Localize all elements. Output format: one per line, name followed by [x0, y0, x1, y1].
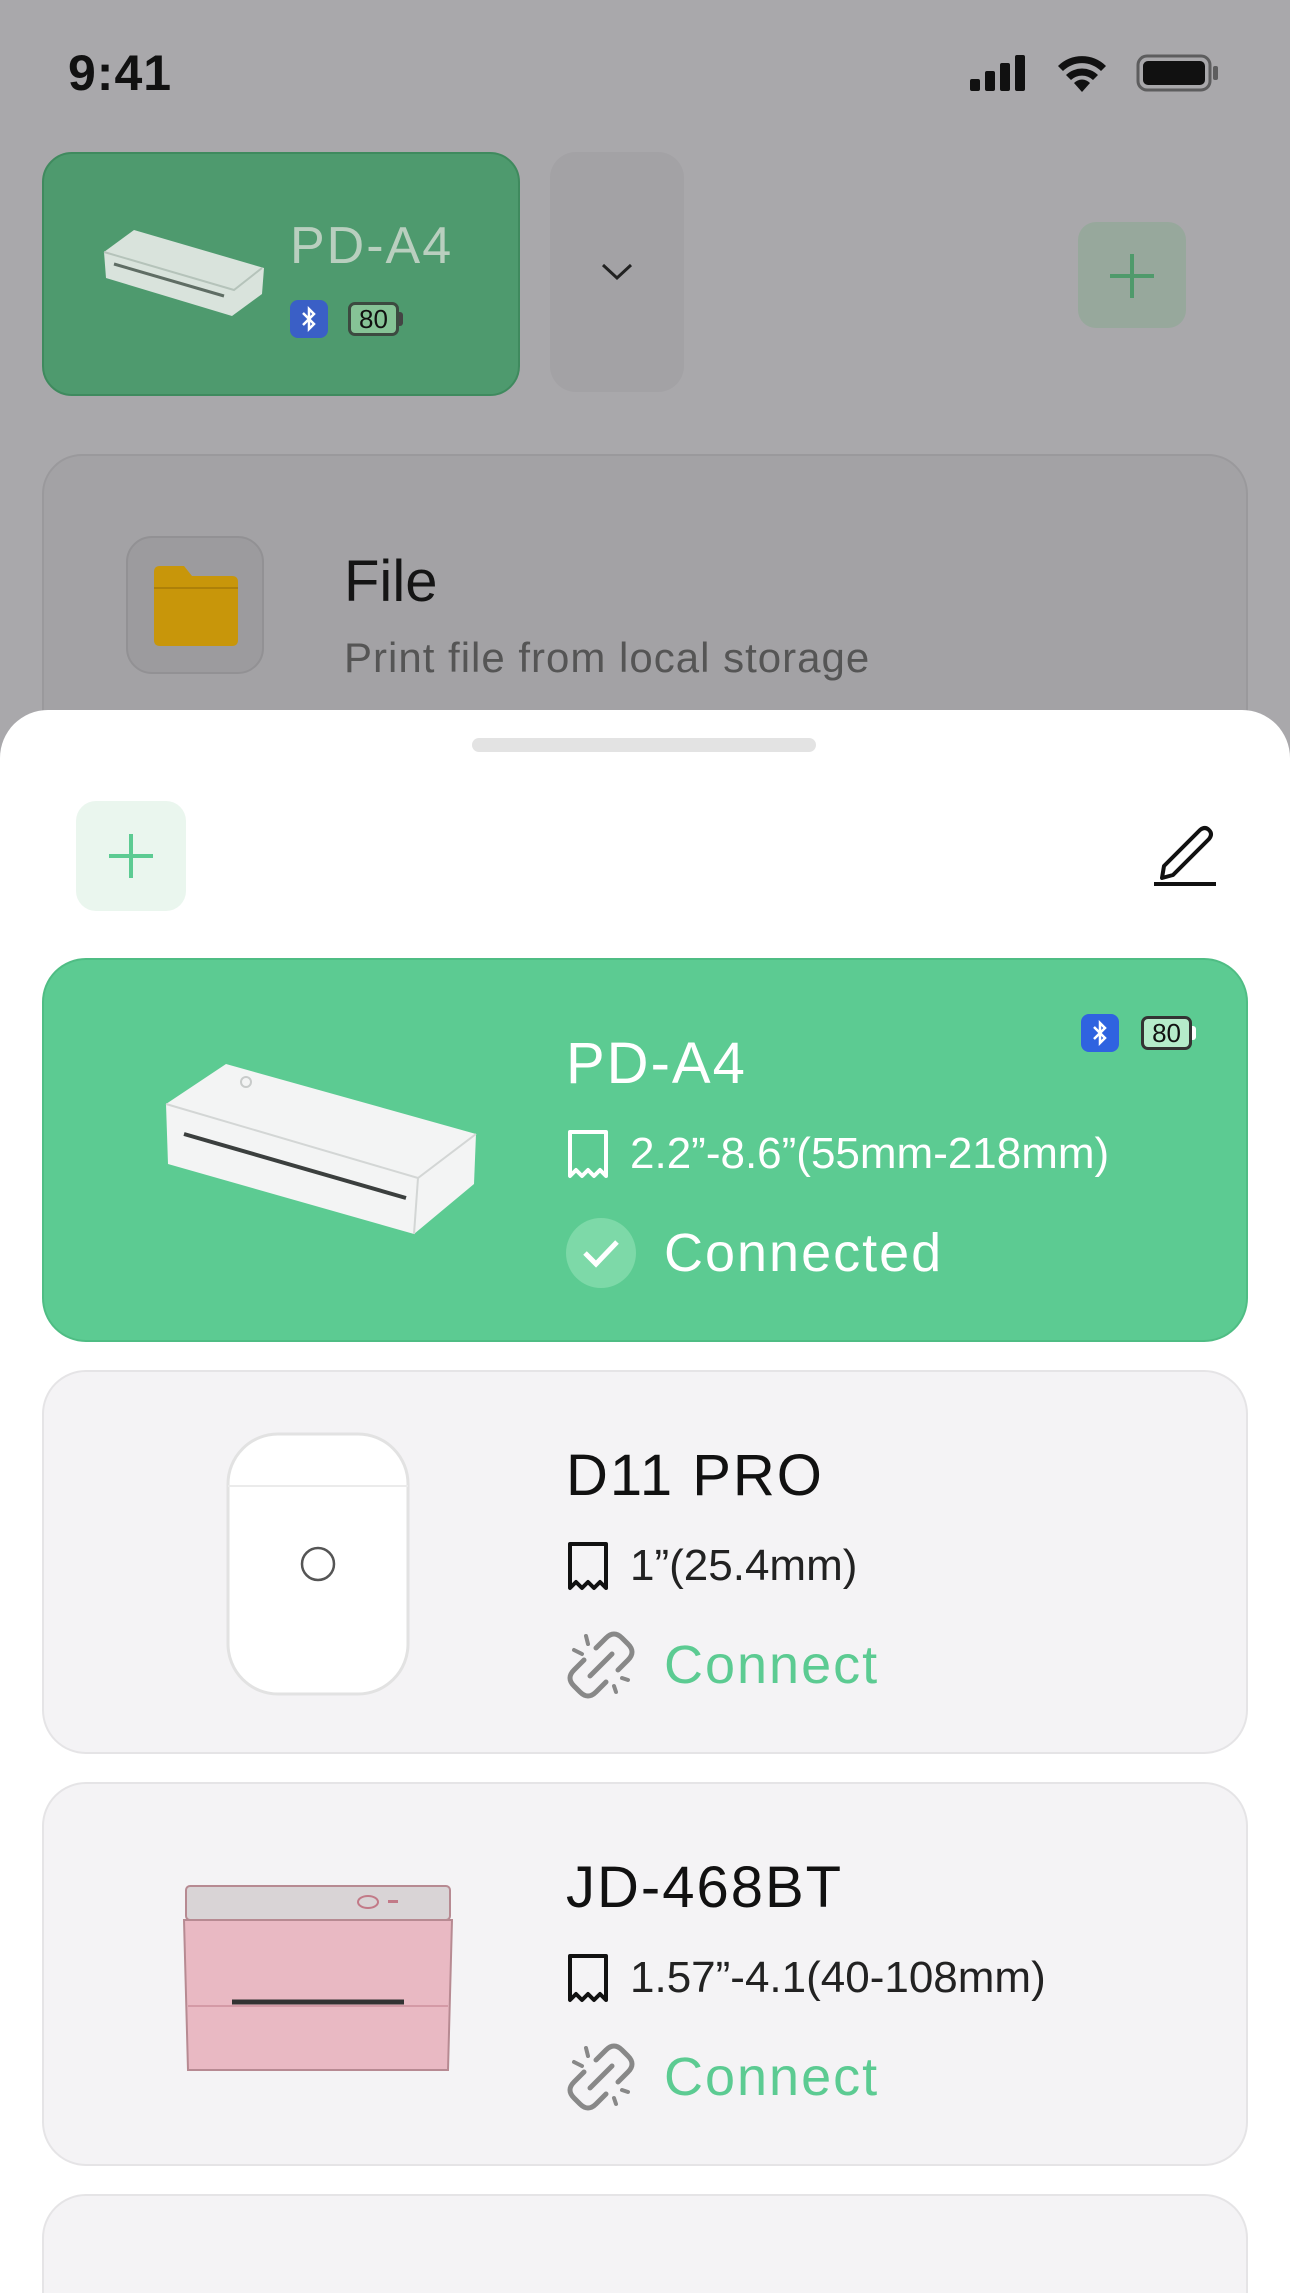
paper-size: 1.57”-4.1(40-108mm): [566, 1952, 1046, 2004]
battery-level: 80: [1141, 1016, 1192, 1050]
status-icons: [970, 54, 1220, 92]
connection-status: Connected: [566, 1218, 943, 1288]
plus-icon: [1110, 254, 1154, 298]
status-bar: 9:41: [0, 0, 1290, 150]
pencil-icon: [1154, 826, 1216, 886]
device-name: JD-468BT: [566, 1855, 844, 1920]
battery-icon: [1136, 54, 1218, 92]
device-card-pd-a4[interactable]: 80 PD-A4 2.2”-8.6”(55mm-218mm) Connected: [42, 958, 1248, 1342]
chevron-down-icon: [601, 263, 633, 281]
broken-link-icon: [567, 2043, 635, 2111]
device-dropdown-button[interactable]: [550, 152, 684, 392]
device-list-sheet: 80 PD-A4 2.2”-8.6”(55mm-218mm) Connected…: [0, 710, 1290, 2293]
device-badges: 80: [1081, 1014, 1196, 1052]
receipt-icon: [568, 1130, 608, 1178]
device-card-jd-468bt[interactable]: JD-468BT 1.57”-4.1(40-108mm) Connect: [42, 1782, 1248, 2166]
file-card-subtitle: Print file from local storage: [344, 634, 871, 681]
current-device-name: PD-A4: [290, 217, 454, 275]
broken-link-icon: [567, 1631, 635, 1699]
device-card-partial[interactable]: [42, 2194, 1248, 2293]
receipt-icon: [568, 1542, 608, 1590]
battery-indicator: 80: [348, 302, 403, 336]
battery-level: 80: [348, 302, 399, 336]
check-circle-icon: [566, 1218, 636, 1288]
bluetooth-icon: [290, 300, 328, 338]
pd-a4-printer-image: [103, 230, 264, 316]
connect-action[interactable]: Connect: [566, 2042, 879, 2112]
file-card-title: File: [344, 549, 438, 614]
add-device-button[interactable]: [76, 801, 186, 911]
plus-icon: [109, 834, 153, 878]
paper-size-label: 1.57”-4.1(40-108mm): [630, 1953, 1046, 2002]
bluetooth-icon: [1081, 1014, 1120, 1052]
wifi-icon: [1058, 56, 1106, 92]
connect-label: Connect: [664, 2047, 880, 2107]
d11-pro-printer-image: [226, 1432, 410, 1696]
file-card[interactable]: File Print file from local storage: [42, 454, 1248, 754]
paper-size-label: 2.2”-8.6”(55mm-218mm): [630, 1129, 1110, 1178]
battery-indicator: 80: [1141, 1016, 1196, 1050]
receipt-icon: [568, 1954, 608, 2002]
status-time: 9:41: [68, 45, 173, 101]
folder-icon: [154, 566, 238, 646]
add-device-button-bg[interactable]: [1078, 222, 1186, 328]
paper-size: 2.2”-8.6”(55mm-218mm): [566, 1128, 1109, 1180]
current-device-badges: 80: [290, 300, 403, 338]
connection-status-label: Connected: [664, 1223, 944, 1283]
sheet-drag-handle[interactable]: [472, 738, 816, 752]
connect-action[interactable]: Connect: [566, 1630, 879, 1700]
device-card-d11-pro[interactable]: D11 PRO 1”(25.4mm) Connect: [42, 1370, 1248, 1754]
cellular-signal-icon: [970, 55, 1025, 91]
device-name: PD-A4: [566, 1031, 747, 1096]
paper-size: 1”(25.4mm): [566, 1540, 857, 1592]
device-name: D11 PRO: [566, 1443, 824, 1508]
pd-a4-printer-image: [165, 1064, 477, 1235]
edit-button[interactable]: [1150, 820, 1230, 900]
paper-size-label: 1”(25.4mm): [630, 1541, 858, 1590]
jd-468bt-printer-image: [182, 1885, 454, 2071]
folder-icon-box: [126, 536, 264, 674]
connect-label: Connect: [664, 1635, 880, 1695]
current-device-card[interactable]: PD-A4 80: [42, 152, 520, 396]
